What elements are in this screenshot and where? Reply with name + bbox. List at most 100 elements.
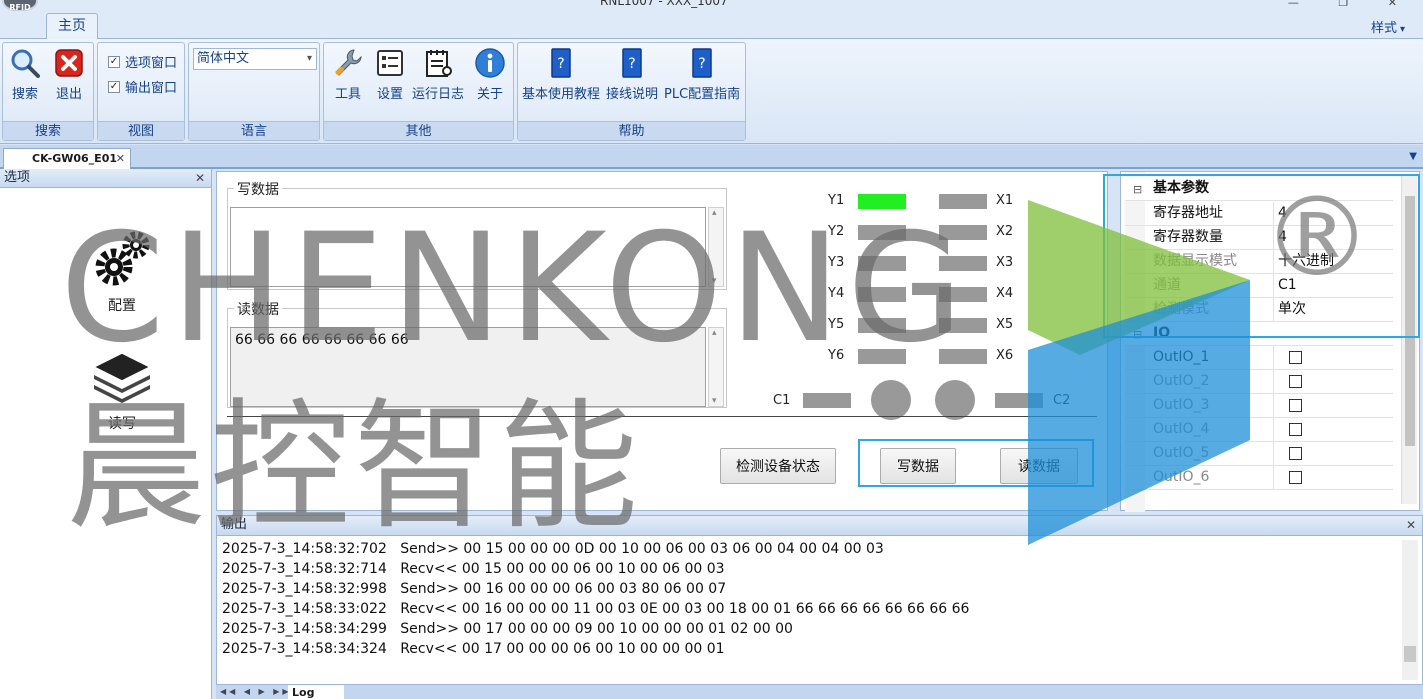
close-icon[interactable]: ✕ [195,169,205,187]
settings-list-icon [377,50,403,76]
style-menu[interactable]: 样式 [1371,17,1405,36]
io-indicator-x3 [939,256,987,271]
io-label-x3: X3 [996,255,1014,270]
prop-outio-6[interactable]: OutIO_6 [1125,466,1393,490]
search-button[interactable]: 搜索 [9,47,41,102]
chevron-down-icon[interactable]: ▼ [1409,151,1417,162]
prop-outio-2[interactable]: OutIO_2 [1125,370,1393,394]
group-label-search: 搜索 [3,121,93,140]
write-data-label: 写数据 [234,179,282,199]
wiring-guide-button[interactable]: ? 接线说明 [606,47,658,102]
highlight-box-params [1103,174,1420,338]
outio-1-checkbox[interactable] [1289,351,1302,364]
channel-label-c1: C1 [773,393,791,408]
io-indicator-y3 [858,256,906,271]
help-book-icon: ? [551,48,571,78]
group-label-language: 语言 [189,121,319,140]
log-line: 2025-7-3_14:58:34:324 Recv<< 00 17 00 00… [222,641,725,657]
options-panel-header: 选项 ✕ [0,169,211,188]
check-device-status-button[interactable]: 检测设备状态 [720,448,836,484]
output-scrollbar[interactable] [1402,540,1418,680]
info-icon [475,48,505,78]
outio-6-checkbox[interactable] [1289,471,1302,484]
tab-home[interactable]: 主页 [46,13,98,40]
write-data-scrollbar[interactable] [708,207,724,287]
ribbon-group-language: 简体中文 语言 [188,42,320,141]
language-select[interactable]: 简体中文 [193,48,317,70]
io-label-y1: Y1 [828,193,845,208]
io-indicator-y1 [858,194,906,209]
ribbon-group-search: 搜索 退出 搜索 [2,42,94,141]
about-button[interactable]: 关于 [474,47,506,102]
io-indicator-y2 [858,225,906,240]
log-nav-arrows[interactable]: ◀◀ ◀ ▶ ▶▶ [220,687,292,696]
io-indicator-y6 [858,349,906,364]
log-line: 2025-7-3_14:58:32:702 Send>> 00 15 00 00… [222,541,884,557]
read-data-label: 读数据 [234,299,282,319]
outio-3-checkbox[interactable] [1289,399,1302,412]
outio-2-checkbox[interactable] [1289,375,1302,388]
search-icon [11,49,40,78]
channel-c1-indicator [803,393,851,408]
close-icon[interactable]: ✕ [116,149,125,168]
checkbox-checked-icon: ✓ [108,55,120,68]
prop-outio-5[interactable]: OutIO_5 [1125,442,1393,466]
svg-text:?: ? [628,56,635,72]
rfid-app-icon[interactable]: RFID [2,0,38,11]
prop-outio-1[interactable]: OutIO_1 [1125,346,1393,370]
log-line: 2025-7-3_14:58:34:299 Send>> 00 17 00 00… [222,621,793,637]
options-window-checkbox[interactable]: ✓ 选项窗口 [108,52,177,71]
write-data-group: 写数据 [227,179,727,290]
write-data-button[interactable]: 写数据 [880,448,956,484]
log-line: 2025-7-3_14:58:32:998 Send>> 00 16 00 00… [222,581,727,597]
log-line: 2025-7-3_14:58:32:714 Recv<< 00 15 00 00… [222,561,725,577]
outio-5-checkbox[interactable] [1289,447,1302,460]
exit-button[interactable]: 退出 [53,47,85,102]
options-panel: 选项 ✕ 配置 读写 [0,169,212,699]
run-log-button[interactable]: 运行日志 [412,47,464,102]
outio-4-checkbox[interactable] [1289,423,1302,436]
nav-item-config[interactable]: 配置 [80,227,164,315]
io-label-x1: X1 [996,193,1014,208]
io-label-x4: X4 [996,286,1014,301]
close-icon[interactable]: ✕ [1406,516,1416,534]
window-controls[interactable]: — ❐ ✕ [1288,0,1415,9]
read-data-scrollbar[interactable] [708,327,724,407]
document-tab[interactable]: CK-GW06_E01 ✕ [3,148,131,169]
settings-button[interactable]: 设置 [374,47,406,102]
basic-tutorial-button[interactable]: ? 基本使用教程 [522,47,600,102]
tools-icon [335,49,362,76]
prop-outio-3[interactable]: OutIO_3 [1125,394,1393,418]
io-label-y3: Y3 [828,255,845,270]
log-notebook-icon [426,50,452,77]
svg-text:?: ? [557,56,564,72]
nav-item-readwrite[interactable]: 读写 [80,349,164,433]
plc-guide-button[interactable]: ? PLC配置指南 [664,47,740,102]
help-book-icon: ? [622,48,642,78]
document-tab-strip: CK-GW06_E01 ✕ ▼ [0,145,1423,169]
checkbox-checked-icon: ✓ [108,80,120,93]
gears-icon [95,231,150,286]
io-indicator-x6 [939,349,987,364]
io-label-x2: X2 [996,224,1014,239]
channel-label-c2: C2 [1053,393,1071,408]
output-window-checkbox[interactable]: ✓ 输出窗口 [108,77,177,96]
tab-log[interactable]: Log [288,685,344,699]
group-label-view: 视图 [98,121,184,140]
io-indicator-x2 [939,225,987,240]
ribbon-tab-strip: 主页 样式 [0,11,1423,40]
log-tab-strip: ◀◀ ◀ ▶ ▶▶ Log [216,685,1423,699]
io-label-x6: X6 [996,348,1014,363]
io-label-y2: Y2 [828,224,845,239]
output-panel-header: 输出 ✕ [217,516,1422,536]
read-data-group: 读数据 66 66 66 66 66 66 66 66 [227,299,727,408]
read-data-output[interactable]: 66 66 66 66 66 66 66 66 [230,327,706,407]
svg-text:?: ? [698,56,705,72]
prop-outio-4[interactable]: OutIO_4 [1125,418,1393,442]
write-data-input[interactable] [230,207,706,287]
read-data-button[interactable]: 读数据 [1000,448,1078,484]
ribbon-group-other: 工具 设置 运行日志 关于 其他 [323,42,514,141]
io-label-x5: X5 [996,317,1014,332]
tools-button[interactable]: 工具 [332,47,364,102]
io-indicator-x1 [939,194,987,209]
